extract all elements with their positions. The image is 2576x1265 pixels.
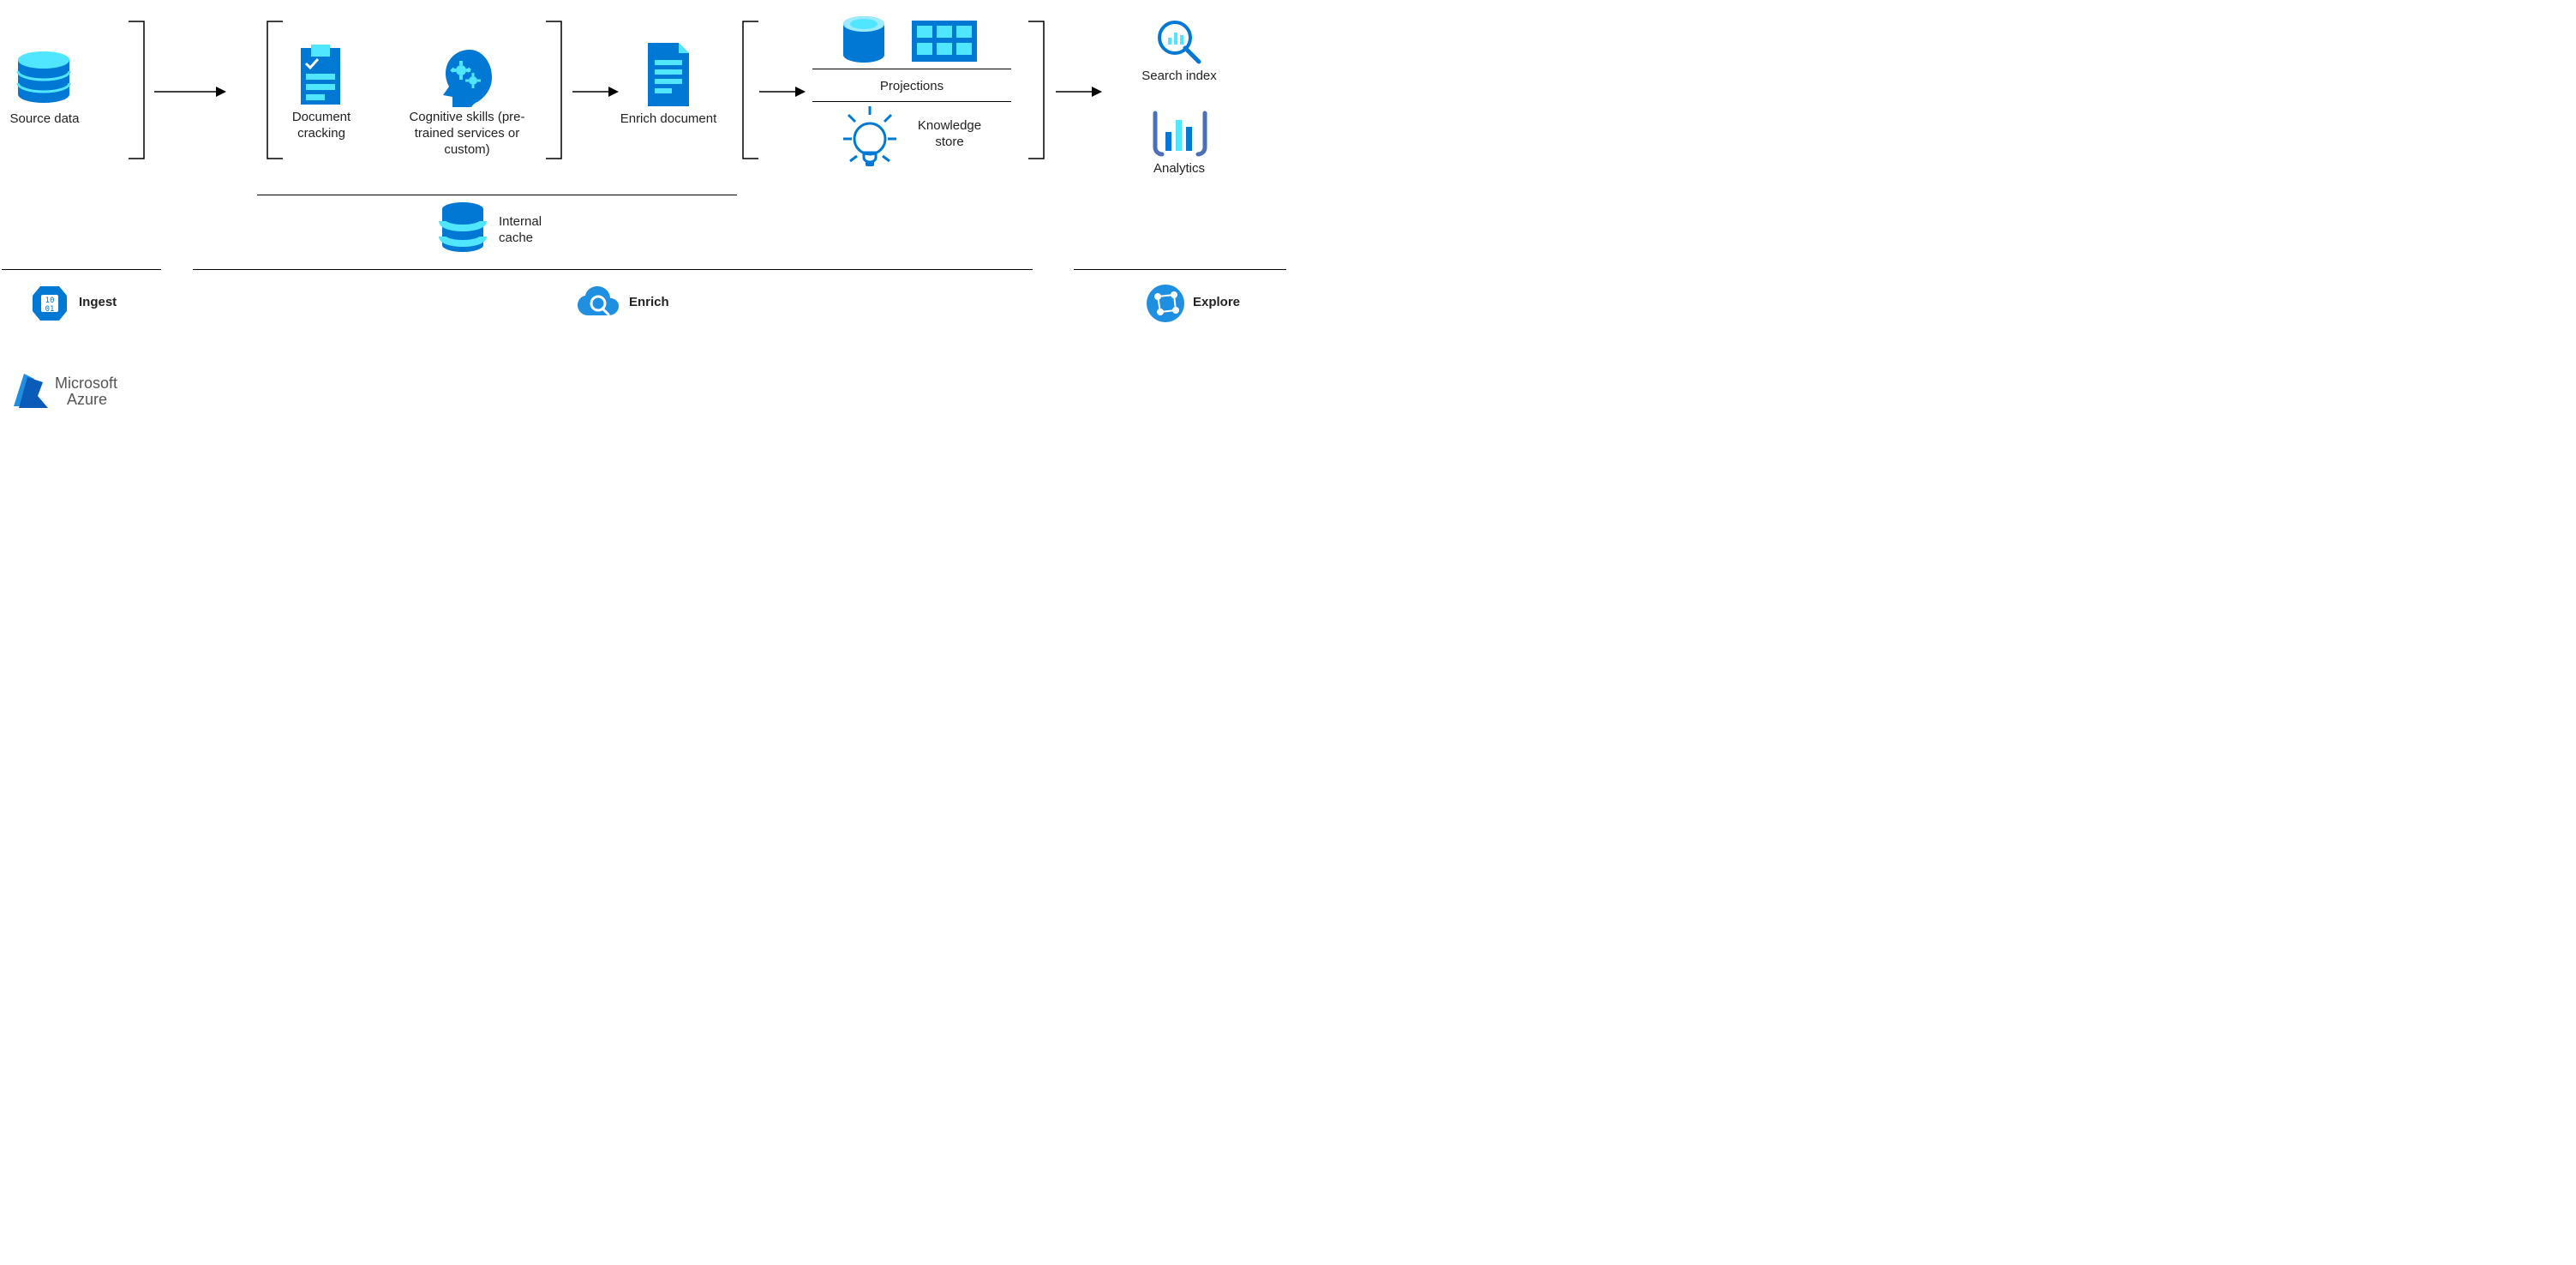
diagram-canvas: Source data Document cracking xyxy=(0,0,1288,632)
source-data-icon xyxy=(14,51,74,108)
search-index-label: Search index xyxy=(1131,69,1227,85)
explore-phase-label: Explore xyxy=(1193,295,1270,311)
internal-cache-label: Internal cache xyxy=(499,214,576,247)
knowledge-store-icon xyxy=(840,105,900,182)
knowledge-store-label: Knowledge store xyxy=(907,118,992,151)
ingest-phase-label: Ingest xyxy=(79,295,147,311)
source-data-label: Source data xyxy=(0,111,89,128)
blob-icon xyxy=(840,15,888,63)
branding-line2: Azure xyxy=(55,392,117,408)
projections-label: Projections xyxy=(812,79,1011,95)
svg-text:10: 10 xyxy=(45,297,55,305)
enrich-document-icon xyxy=(644,41,692,108)
arrow-proj-to-explore xyxy=(1056,86,1103,98)
arrow-enrich-to-doc xyxy=(572,86,620,98)
table-icon xyxy=(910,19,979,63)
cognitive-skills-icon xyxy=(435,45,499,108)
explore-phase-icon xyxy=(1145,283,1186,324)
svg-text:01: 01 xyxy=(45,305,55,314)
azure-logo-icon xyxy=(9,372,53,413)
internal-cache-icon xyxy=(440,202,486,257)
bracket-enrich-close xyxy=(546,21,572,159)
branding-line1: Microsoft xyxy=(55,375,117,392)
document-cracking-label: Document cracking xyxy=(274,110,368,142)
bracket-proj-close xyxy=(1028,21,1054,159)
enrich-document-label: Enrich document xyxy=(604,111,733,128)
analytics-icon xyxy=(1152,108,1208,159)
enrich-phase-label: Enrich xyxy=(629,295,698,311)
document-cracking-icon xyxy=(297,45,344,108)
search-index-icon xyxy=(1154,17,1204,67)
ingest-rule xyxy=(2,269,161,270)
projections-bottom-rule xyxy=(812,101,1011,102)
bracket-proj-open xyxy=(733,21,758,159)
analytics-label: Analytics xyxy=(1131,161,1227,177)
enrich-rule xyxy=(193,269,1033,270)
cognitive-skills-label: Cognitive skills (pre- trained services … xyxy=(398,110,536,158)
explore-rule xyxy=(1074,269,1286,270)
arrow-doc-to-proj xyxy=(759,86,806,98)
bracket-after-source xyxy=(129,21,154,159)
arrow-source-to-enrich xyxy=(154,86,227,98)
ingest-phase-icon: 10 01 xyxy=(29,283,70,324)
enrich-phase-icon xyxy=(576,283,620,322)
azure-branding-text: Microsoft Azure xyxy=(55,375,117,408)
